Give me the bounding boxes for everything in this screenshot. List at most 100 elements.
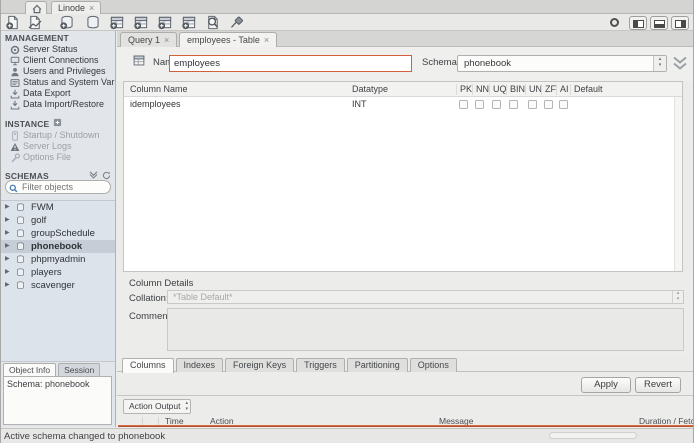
stepper-icon[interactable]: ▴▾ bbox=[672, 291, 683, 303]
create-procedure-icon[interactable] bbox=[181, 15, 197, 30]
columns-grid-header: Column Name Datatype PK NN UQ BIN UN ZF … bbox=[124, 82, 682, 97]
expand-icon[interactable]: ▶ bbox=[5, 214, 10, 227]
expand-icon[interactable]: ▶ bbox=[5, 227, 10, 240]
tab-indexes[interactable]: Indexes bbox=[176, 358, 224, 372]
grid-vertical-scrollbar[interactable] bbox=[674, 97, 682, 271]
horizontal-scrollbar-thumb[interactable] bbox=[549, 432, 637, 439]
expand-icon[interactable]: ▶ bbox=[5, 279, 10, 292]
tab-session[interactable]: Session bbox=[58, 363, 100, 376]
schema-row-groupschedule[interactable]: ▶groupSchedule bbox=[1, 227, 115, 240]
expand-header-chevrons-icon[interactable] bbox=[671, 54, 689, 72]
tab-foreign-keys[interactable]: Foreign Keys bbox=[225, 358, 294, 372]
col-header-zf[interactable]: ZF bbox=[545, 82, 556, 97]
table-name-input[interactable] bbox=[169, 55, 412, 72]
checkbox-pk[interactable] bbox=[459, 100, 468, 109]
alter-table-icon[interactable] bbox=[133, 15, 149, 30]
home-tab[interactable] bbox=[25, 1, 47, 14]
collation-label: Collation: bbox=[129, 293, 169, 304]
new-query-icon[interactable] bbox=[5, 15, 21, 30]
status-message: Active schema changed to phonebook bbox=[4, 431, 165, 442]
schema-row-scavenger[interactable]: ▶scavenger bbox=[1, 279, 115, 292]
col-header-default[interactable]: Default bbox=[574, 82, 603, 97]
toggle-left-panel-icon[interactable] bbox=[629, 16, 647, 30]
sidebar-item-users-privileges[interactable]: Users and Privileges bbox=[1, 66, 115, 77]
sidebar-item-system-variables[interactable]: Status and System Variables bbox=[1, 77, 115, 88]
toggle-right-panel-icon[interactable] bbox=[671, 16, 689, 30]
col-header-ai[interactable]: AI bbox=[560, 82, 569, 97]
output-selection-divider bbox=[118, 425, 693, 427]
search-data-icon[interactable] bbox=[205, 15, 221, 30]
sidebar-item-server-status[interactable]: Server Status bbox=[1, 44, 115, 55]
app-tab-bar: Linode× bbox=[1, 0, 693, 14]
collapse-all-icon[interactable] bbox=[89, 171, 98, 180]
status-bar: Active schema changed to phonebook bbox=[1, 428, 693, 443]
revert-button[interactable]: Revert bbox=[635, 377, 681, 393]
sidebar-item-server-logs[interactable]: Server Logs bbox=[1, 141, 115, 152]
close-icon[interactable]: × bbox=[264, 35, 269, 45]
schema-list: ▶FWM ▶golf ▶groupSchedule ▶phonebook ▶ph… bbox=[1, 200, 115, 362]
sidebar-item-startup-shutdown[interactable]: Startup / Shutdown bbox=[1, 130, 115, 141]
output-selector[interactable]: Action Output ▴▾ bbox=[123, 399, 191, 414]
sidebar-item-data-import[interactable]: Data Import/Restore bbox=[1, 99, 115, 110]
col-header-bin[interactable]: BIN bbox=[510, 82, 525, 97]
expand-icon[interactable]: ▶ bbox=[5, 253, 10, 266]
expand-icon[interactable]: ▶ bbox=[5, 240, 10, 253]
data-import-icon bbox=[10, 100, 20, 110]
stepper-icon[interactable]: ▴▾ bbox=[653, 56, 666, 71]
schema-filter bbox=[5, 180, 111, 194]
close-icon[interactable]: × bbox=[89, 3, 94, 13]
checkbox-ai[interactable] bbox=[559, 100, 568, 109]
sidebar-item-data-export[interactable]: Data Export bbox=[1, 88, 115, 99]
tab-query-1[interactable]: Query 1× bbox=[120, 32, 177, 47]
navigator-sidebar: MANAGEMENT Server Status Client Connecti… bbox=[1, 31, 116, 427]
schema-icon bbox=[16, 203, 25, 212]
create-table-icon[interactable] bbox=[109, 15, 125, 30]
options-file-icon bbox=[10, 153, 20, 163]
col-header-name[interactable]: Column Name bbox=[130, 82, 188, 97]
schema-row-fwm[interactable]: ▶FWM bbox=[1, 201, 115, 214]
mysql-workbench-window: Linode× MANAGEMENT Server Status Client … bbox=[0, 0, 694, 443]
connection-tab-linode[interactable]: Linode× bbox=[51, 1, 101, 14]
schema-select[interactable]: phonebook ▴▾ bbox=[457, 55, 667, 72]
tab-partitioning[interactable]: Partitioning bbox=[347, 358, 408, 372]
expand-icon[interactable]: ▶ bbox=[5, 266, 10, 279]
checkbox-zf[interactable] bbox=[544, 100, 553, 109]
schema-icon bbox=[16, 242, 25, 251]
schema-row-players[interactable]: ▶players bbox=[1, 266, 115, 279]
expand-icon[interactable]: ▶ bbox=[5, 201, 10, 214]
column-details-title: Column Details bbox=[129, 278, 193, 289]
sidebar-item-options-file[interactable]: Options File bbox=[1, 152, 115, 163]
apply-button[interactable]: Apply bbox=[581, 377, 631, 393]
alter-schema-icon[interactable] bbox=[85, 15, 101, 30]
checkbox-nn[interactable] bbox=[475, 100, 484, 109]
col-header-pk[interactable]: PK bbox=[460, 82, 472, 97]
tab-options[interactable]: Options bbox=[410, 358, 457, 372]
col-header-uq[interactable]: UQ bbox=[493, 82, 507, 97]
checkbox-uq[interactable] bbox=[492, 100, 501, 109]
system-variables-icon bbox=[10, 78, 20, 88]
tab-employees-table[interactable]: employees - Table× bbox=[179, 32, 277, 48]
collation-select[interactable]: *Table Default* ▴▾ bbox=[167, 290, 684, 304]
open-script-icon[interactable] bbox=[27, 15, 43, 30]
close-icon[interactable]: × bbox=[164, 35, 169, 45]
reconnect-icon[interactable] bbox=[229, 15, 245, 30]
schema-row-golf[interactable]: ▶golf bbox=[1, 214, 115, 227]
schema-icon bbox=[16, 268, 25, 277]
create-schema-icon[interactable] bbox=[59, 15, 75, 30]
comment-textarea[interactable] bbox=[167, 308, 684, 351]
col-header-nn[interactable]: NN bbox=[476, 82, 489, 97]
create-view-icon[interactable] bbox=[157, 15, 173, 30]
tab-triggers[interactable]: Triggers bbox=[296, 358, 345, 372]
refresh-schemas-icon[interactable] bbox=[102, 171, 111, 180]
tab-columns[interactable]: Columns bbox=[122, 358, 174, 373]
col-header-datatype[interactable]: Datatype bbox=[352, 82, 388, 97]
tab-object-info[interactable]: Object Info bbox=[3, 363, 56, 376]
toggle-bottom-panel-icon[interactable] bbox=[650, 16, 668, 30]
checkbox-bin[interactable] bbox=[509, 100, 518, 109]
column-row-idemployees[interactable]: idemployees INT bbox=[124, 97, 674, 111]
sidebar-item-client-connections[interactable]: Client Connections bbox=[1, 55, 115, 66]
checkbox-un[interactable] bbox=[528, 100, 537, 109]
schema-row-phonebook[interactable]: ▶phonebook bbox=[1, 240, 115, 253]
schema-filter-input[interactable] bbox=[22, 181, 108, 193]
schema-row-phpmyadmin[interactable]: ▶phpmyadmin bbox=[1, 253, 115, 266]
